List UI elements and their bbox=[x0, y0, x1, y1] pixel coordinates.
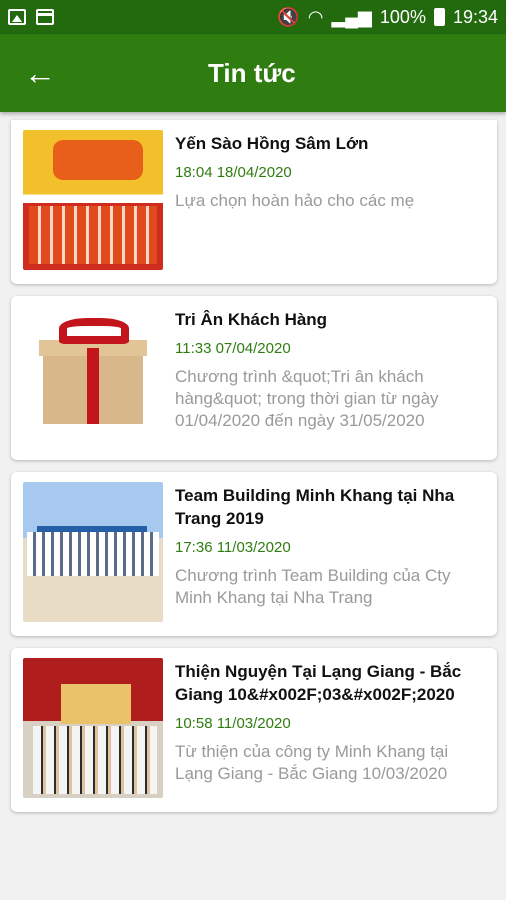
news-thumbnail bbox=[23, 306, 163, 446]
news-description: Lựa chọn hoàn hảo cho các mẹ bbox=[175, 191, 415, 210]
back-button[interactable]: ← bbox=[0, 34, 80, 112]
wifi-icon: ◠ bbox=[307, 6, 324, 27]
news-title: Tri Ân Khách Hàng bbox=[175, 310, 328, 329]
news-date: 17:36 11/03/2020 bbox=[175, 539, 291, 556]
news-description: Chương trình &quot;Tri ân khách hàng&quo… bbox=[175, 367, 439, 430]
news-card[interactable]: Yến Sào Hồng Sâm Lớn 18:04 18/04/2020 Lự… bbox=[11, 120, 497, 284]
bottles-graphic bbox=[29, 206, 157, 264]
news-thumbnail bbox=[23, 658, 163, 798]
battery-icon bbox=[433, 8, 445, 26]
mute-icon: 🔇 bbox=[277, 6, 300, 27]
signal-icon: ▂▄▆ bbox=[331, 6, 372, 27]
calendar-notification-icon bbox=[36, 9, 54, 25]
news-thumbnail bbox=[23, 482, 163, 622]
news-title: Team Building Minh Khang tại Nha Trang 2… bbox=[175, 486, 455, 528]
news-date: 11:33 07/04/2020 bbox=[175, 340, 291, 357]
image-notification-icon bbox=[8, 9, 26, 25]
news-card[interactable]: Team Building Minh Khang tại Nha Trang 2… bbox=[11, 472, 497, 636]
news-title: Thiện Nguyện Tại Lạng Giang - Bắc Giang … bbox=[175, 662, 462, 704]
product-label-graphic bbox=[53, 140, 143, 180]
news-card[interactable]: Thiện Nguyện Tại Lạng Giang - Bắc Giang … bbox=[11, 648, 497, 812]
status-bar: 🔇 ◠ ▂▄▆ 100% 19:34 bbox=[0, 0, 506, 34]
news-date: 18:04 18/04/2020 bbox=[175, 164, 292, 181]
news-card[interactable]: Tri Ân Khách Hàng 11:33 07/04/2020 Chươn… bbox=[11, 296, 497, 460]
news-description: Chương trình Team Building của Cty Minh … bbox=[175, 566, 451, 607]
page-title: Tin tức bbox=[208, 57, 296, 88]
ribbon-graphic bbox=[87, 348, 99, 424]
news-list: Yến Sào Hồng Sâm Lớn 18:04 18/04/2020 Lự… bbox=[11, 120, 497, 824]
news-thumbnail bbox=[23, 130, 163, 270]
news-description: Từ thiện của công ty Minh Khang tại Lạng… bbox=[175, 742, 449, 783]
app-bar: ← Tin tức bbox=[0, 34, 506, 112]
arrow-back-icon: ← bbox=[24, 54, 56, 91]
clock: 19:34 bbox=[452, 6, 498, 27]
news-date: 10:58 11/03/2020 bbox=[175, 715, 291, 732]
battery-percent: 100% bbox=[379, 6, 426, 27]
news-title: Yến Sào Hồng Sâm Lớn bbox=[175, 134, 369, 153]
banner-graphic bbox=[61, 684, 131, 724]
bow-graphic bbox=[59, 318, 129, 344]
group-photo-graphic bbox=[33, 726, 157, 794]
crowd-graphic bbox=[27, 532, 159, 576]
